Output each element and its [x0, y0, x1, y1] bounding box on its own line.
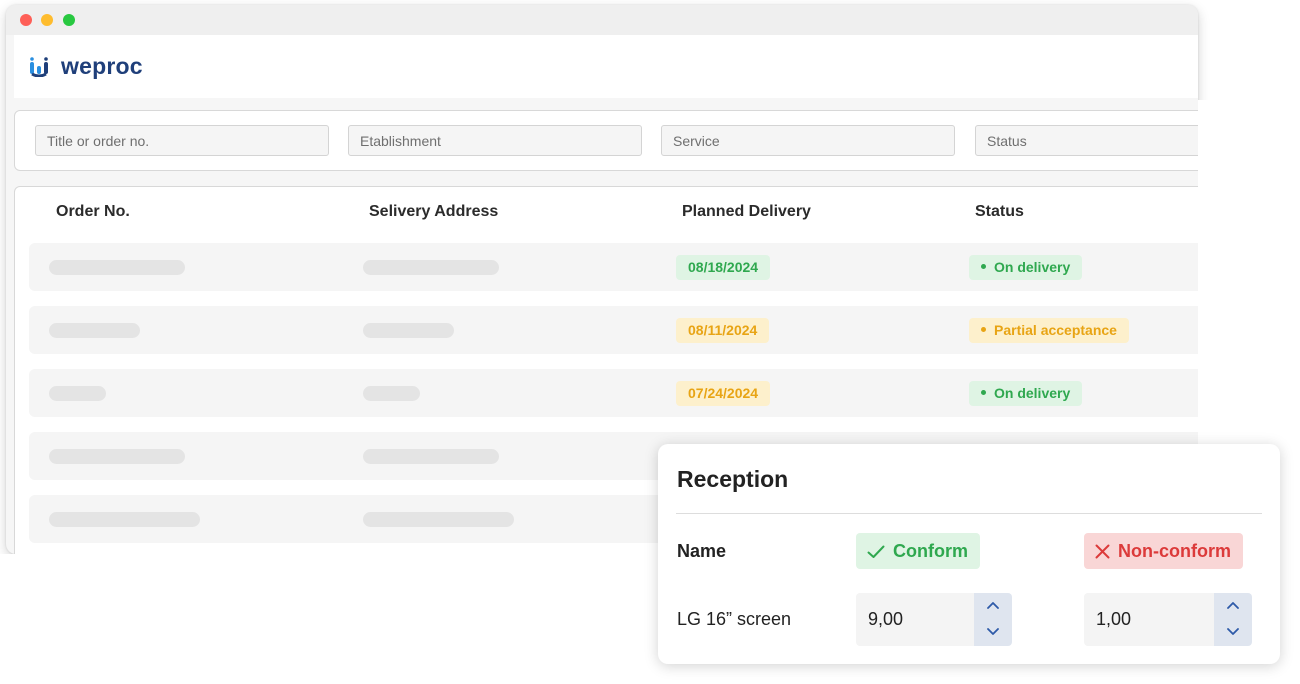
page-background: [0, 554, 658, 684]
address-placeholder: [363, 512, 514, 527]
order-no-placeholder: [49, 386, 106, 401]
status-dot-icon: [981, 263, 986, 269]
table-row[interactable]: 08/11/2024 Partial acceptance: [29, 306, 1209, 354]
divider: [676, 513, 1262, 514]
conform-badge[interactable]: Conform: [856, 533, 980, 569]
address-placeholder: [363, 323, 454, 338]
order-no-placeholder: [49, 323, 140, 338]
establishment-filter-input[interactable]: [348, 125, 642, 156]
chevron-down-icon: [987, 628, 999, 635]
status-badge-label: On delivery: [994, 385, 1071, 401]
service-filter-input[interactable]: [661, 125, 955, 156]
increment-button[interactable]: [1214, 593, 1252, 619]
nonconform-label: Non-conform: [1118, 541, 1231, 561]
name-column-label: Name: [677, 541, 727, 561]
decrement-button[interactable]: [1214, 620, 1252, 646]
planned-delivery-badge: 07/24/2024: [676, 381, 771, 406]
window-titlebar: [6, 5, 1198, 35]
close-window-button[interactable]: [20, 14, 32, 26]
status-dot-icon: [981, 389, 986, 395]
reception-title: Reception: [677, 466, 789, 492]
stepper-buttons: [974, 593, 1012, 646]
order-no-placeholder: [49, 512, 200, 527]
title-order-search-input[interactable]: [35, 125, 329, 156]
item-name: LG 16” screen: [677, 609, 792, 629]
status-badge: Partial acceptance: [969, 318, 1129, 343]
nonconform-quantity-stepper: [1084, 593, 1252, 646]
planned-delivery-badge: 08/11/2024: [676, 318, 770, 343]
table-row[interactable]: 07/24/2024 On delivery: [29, 369, 1209, 417]
nonconform-badge[interactable]: Non-conform: [1084, 533, 1243, 569]
increment-button[interactable]: [974, 593, 1012, 619]
page-background: [1198, 100, 1300, 444]
address-placeholder: [363, 260, 499, 275]
status-badge: On delivery: [969, 381, 1083, 406]
conform-quantity-input[interactable]: [856, 593, 974, 646]
conform-quantity-stepper: [856, 593, 1012, 646]
order-no-placeholder: [49, 260, 185, 275]
status-badge: On delivery: [969, 255, 1083, 280]
app-logo-text[interactable]: weproc: [61, 53, 143, 80]
reception-card: Reception Name Conform Non-conform LG 16…: [658, 444, 1280, 664]
decrement-button[interactable]: [974, 620, 1012, 646]
chevron-up-icon: [1227, 602, 1239, 609]
check-icon: [867, 545, 885, 558]
order-no-placeholder: [49, 449, 185, 464]
chevron-down-icon: [1227, 628, 1239, 635]
weproc-logo-icon: [30, 57, 48, 77]
nonconform-quantity-input[interactable]: [1084, 593, 1214, 646]
maximize-window-button[interactable]: [63, 14, 75, 26]
app-header: weproc: [14, 35, 1198, 98]
column-header-status[interactable]: Status: [975, 203, 1024, 221]
status-dot-icon: [981, 326, 986, 332]
minimize-window-button[interactable]: [41, 14, 53, 26]
column-header-delivery-address[interactable]: Selivery Address: [369, 203, 498, 221]
chevron-up-icon: [987, 602, 999, 609]
close-icon: [1095, 544, 1110, 559]
stepper-buttons: [1214, 593, 1252, 646]
filter-bar: [14, 110, 1269, 171]
address-placeholder: [363, 386, 420, 401]
planned-delivery-badge: 08/18/2024: [676, 255, 771, 280]
address-placeholder: [363, 449, 499, 464]
column-header-order-no[interactable]: Order No.: [56, 203, 130, 221]
column-header-planned-delivery[interactable]: Planned Delivery: [682, 203, 811, 221]
status-badge-label: Partial acceptance: [994, 322, 1117, 338]
table-row[interactable]: 08/18/2024 On delivery: [29, 243, 1209, 291]
status-badge-label: On delivery: [994, 259, 1071, 275]
conform-label: Conform: [893, 541, 968, 561]
